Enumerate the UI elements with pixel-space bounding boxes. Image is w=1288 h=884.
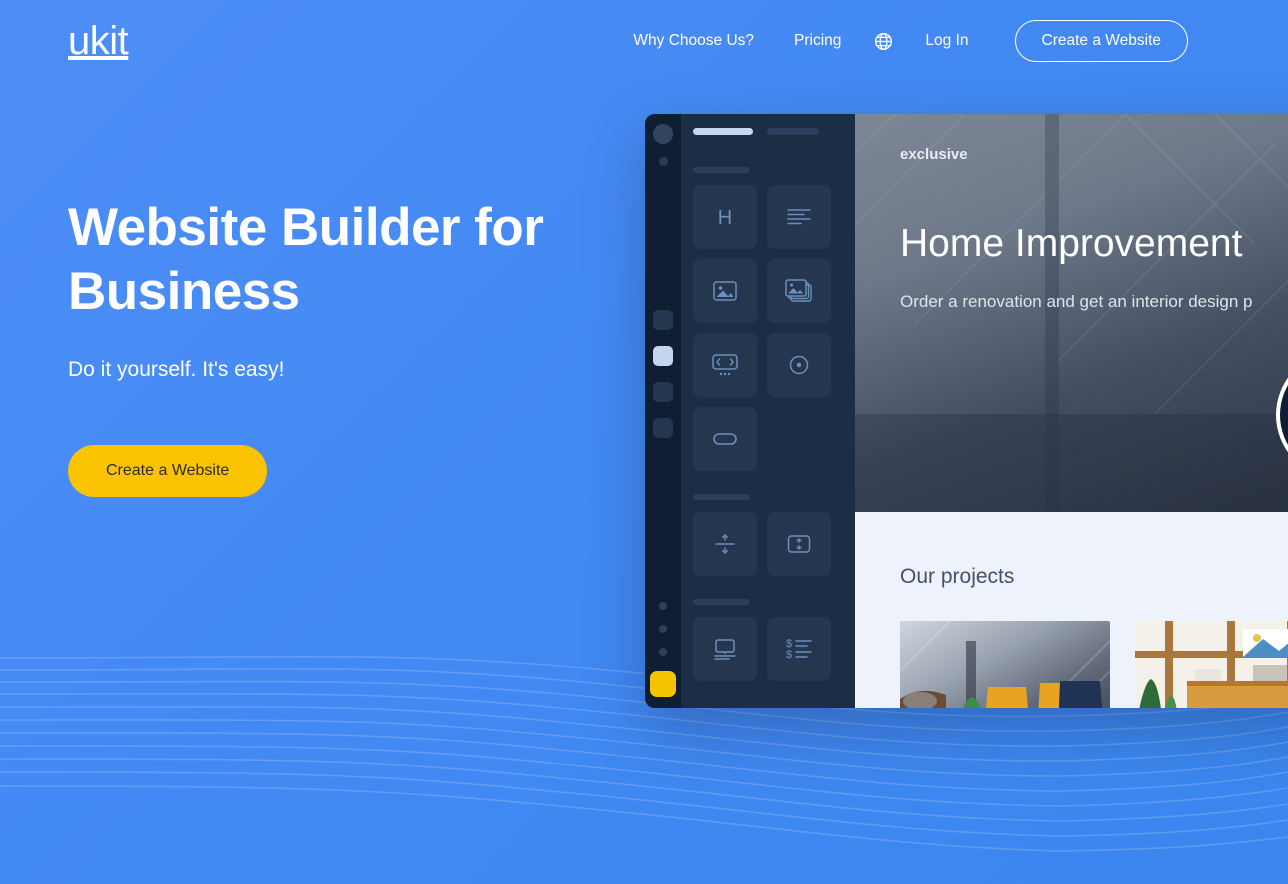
rail-dot-icon[interactable] (658, 157, 668, 166)
button-widget[interactable] (693, 407, 757, 471)
hero-section: Website Builder for Business Do it yours… (68, 196, 668, 498)
rail-dot-1-icon[interactable] (659, 602, 667, 610)
project-thumbnail-1[interactable] (900, 621, 1110, 708)
svg-text:$: $ (786, 649, 792, 661)
svg-text:H: H (718, 207, 732, 229)
spacer-box-icon (787, 535, 811, 553)
panel-tabs (681, 114, 855, 135)
text-lines-icon (787, 209, 811, 225)
preview-description: Order a renovation and get an interior d… (900, 292, 1253, 311)
rail-dot-2-icon[interactable] (659, 625, 667, 633)
widget-grid-group-1: H (681, 173, 855, 471)
preview-headline: Home Improvement (900, 222, 1243, 265)
gallery-widget[interactable] (767, 259, 831, 323)
slider-widget[interactable] (693, 333, 757, 397)
heading-h-icon: H (718, 207, 732, 229)
hero-title-line-2: Business (68, 262, 300, 322)
panel-tab-inactive[interactable] (767, 128, 819, 135)
rail-publish-button[interactable] (650, 671, 676, 697)
nav-pricing[interactable]: Pricing (774, 32, 861, 50)
circle-dot-icon (789, 355, 809, 375)
editor-rail (645, 114, 681, 708)
rail-tool-4[interactable] (653, 418, 673, 438)
project-thumbnail-2[interactable] (1135, 621, 1288, 708)
avatar[interactable] (653, 124, 673, 144)
hero-subtitle: Do it yourself. It's easy! (68, 358, 285, 382)
rail-tool-2-active[interactable] (653, 346, 673, 366)
project-image-1 (900, 621, 1110, 708)
logo[interactable]: ukit (68, 21, 129, 61)
project-image-2 (1135, 621, 1288, 708)
page-title: Website Builder for Business (68, 196, 668, 324)
preview-kicker: exclusive (900, 146, 968, 163)
nav-why-choose-us[interactable]: Why Choose Us? (613, 32, 774, 50)
widget-grid-group-3: $ $ (681, 605, 855, 681)
preview-hero: exclusive Home Improvement Order a renov… (855, 114, 1288, 512)
monitor-icon (714, 639, 736, 660)
rail-tool-3[interactable] (653, 382, 673, 402)
image-widget[interactable] (693, 259, 757, 323)
preview-hero-text: exclusive Home Improvement Order a renov… (900, 146, 1253, 312)
media-widget[interactable] (693, 617, 757, 681)
gallery-icon (785, 279, 812, 302)
divider-widget[interactable] (693, 512, 757, 576)
spacer-widget[interactable] (767, 512, 831, 576)
rail-tool-1[interactable] (653, 310, 673, 330)
image-icon (713, 281, 737, 301)
rail-dot-3-icon[interactable] (659, 648, 667, 656)
login-link[interactable]: Log In (905, 32, 988, 50)
site-header: ukit Why Choose Us? Pricing Log In Creat… (0, 0, 1288, 82)
widget-grid-group-2 (681, 500, 855, 576)
site-preview: exclusive Home Improvement Order a renov… (855, 114, 1288, 708)
button-pill-icon (713, 433, 737, 445)
heading-widget[interactable]: H (693, 185, 757, 249)
editor-widget-panel: H $ $ (681, 114, 855, 708)
main-navigation: Why Choose Us? Pricing Log In Create a W… (613, 20, 1188, 62)
header-create-website-button[interactable]: Create a Website (1014, 20, 1188, 62)
language-selector-button[interactable] (861, 26, 905, 56)
price-list-widget[interactable]: $ $ (767, 617, 831, 681)
panel-tab-active[interactable] (693, 128, 753, 135)
price-list-icon: $ $ (786, 638, 812, 661)
project-thumbnails (900, 621, 1288, 708)
divider-icon (715, 534, 735, 554)
globe-icon (874, 32, 892, 50)
hero-title-line-1: Website Builder for (68, 198, 544, 257)
video-widget[interactable] (767, 333, 831, 397)
slider-icon (712, 354, 738, 376)
projects-title: Our projects (900, 565, 1015, 588)
editor-mockup: H $ $ exclusive Home Improvement Order a… (645, 114, 1288, 708)
hero-create-website-button[interactable]: Create a Website (68, 445, 268, 498)
text-widget[interactable] (767, 185, 831, 249)
